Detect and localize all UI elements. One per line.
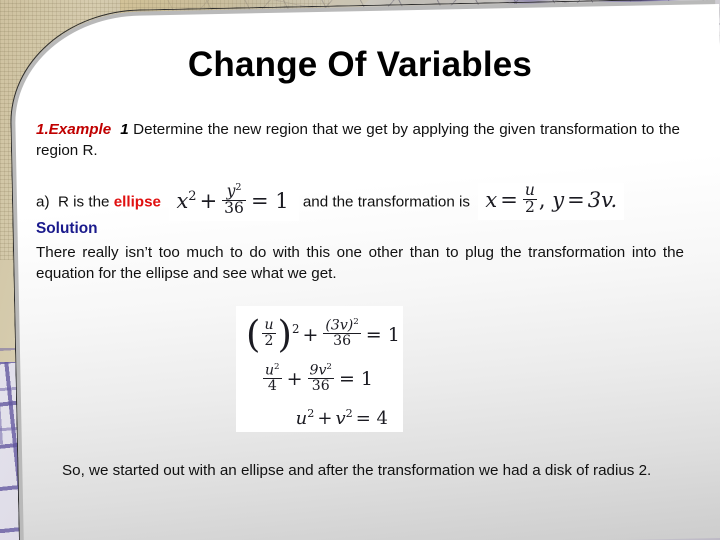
example-label: 1.Example xyxy=(36,121,112,138)
page-title: Change Of Variables xyxy=(187,45,533,84)
ellipse-fraction: y2 36 xyxy=(222,183,246,217)
part-a-highlight-word: ellipse xyxy=(113,193,161,211)
derivation-l2-num2: 9v2 xyxy=(308,361,334,379)
derivation-l2-num2-base: 9v xyxy=(309,362,327,379)
transform-equals-1: = xyxy=(500,188,518,213)
ellipse-plus: + xyxy=(199,189,218,213)
transform-fraction-denominator: 2 xyxy=(522,198,537,216)
example-number: 1 xyxy=(120,121,129,138)
derivation-l2-den1: 4 xyxy=(263,377,282,393)
derivation-l2-den2: 36 xyxy=(307,377,334,393)
solution-heading: Solution xyxy=(36,220,98,237)
solution-text: There really isn’t too much to do with t… xyxy=(36,244,684,282)
derivation-l1-den2: 36 xyxy=(323,333,361,348)
derivation-l1-num2-exp: 2 xyxy=(353,317,359,328)
ellipse-var-x: x xyxy=(176,189,189,213)
ellipse-y-exponent: 2 xyxy=(235,182,242,194)
transform-rhs: 3v. xyxy=(587,188,618,213)
derivation-l3-equals: = 4 xyxy=(355,408,388,430)
derivation-l2-num1-base: u xyxy=(265,362,275,379)
example-paragraph: 1.Example 1 Determine the new region tha… xyxy=(36,119,680,161)
derivation-line-3: u2 + v2 = 4 xyxy=(246,408,391,428)
derivation-l3-v-exp: 2 xyxy=(345,407,353,421)
example-statement: Determine the new region that we get by … xyxy=(36,121,680,159)
derivation-box: (u 2)2 + (3v)2 36 = 1 u2 4 +9v2 36 = 1 u2 + v2 = 4 xyxy=(236,306,403,432)
ellipse-fraction-denominator: 36 xyxy=(222,199,246,218)
transform-fraction: u2 xyxy=(522,180,537,216)
slide-canvas: Change Of Variables 1.Example 1 Determin… xyxy=(0,0,720,540)
derivation-line-2: u2 4 +9v2 36 = 1 xyxy=(246,361,391,395)
derivation-l2-equals: = 1 xyxy=(338,368,373,391)
derivation-l3-u: u xyxy=(295,408,308,430)
ellipse-equals: = 1 xyxy=(250,189,289,213)
derivation-l2-plus: + xyxy=(286,368,303,391)
derivation-l1-num2: (3v)2 xyxy=(323,318,360,333)
part-a-line: a) R is the ellipse x2 + y2 36 = 1 and the t… xyxy=(36,180,686,222)
ellipse-fraction-numerator: y2 xyxy=(222,183,246,200)
derivation-l1-num: u xyxy=(264,317,274,334)
derivation-l3-v: v xyxy=(335,408,346,430)
part-a-marker: a) xyxy=(36,193,50,211)
derivation-l1-den: 2 xyxy=(262,332,276,348)
derivation-l2-num2-exp: 2 xyxy=(326,361,332,372)
ellipse-x-exponent: 2 xyxy=(188,189,197,204)
transform-fraction-numerator: u xyxy=(524,180,535,199)
derivation-l1-fraction: u2 xyxy=(262,317,276,348)
slide-content: Change Of Variables 1.Example 1 Determin… xyxy=(0,0,720,540)
conclusion-text: So, we started out with an ellipse and a… xyxy=(62,462,652,479)
transformation-chip: x = u 2, y = 3v. xyxy=(478,180,625,221)
derivation-l3-plus: + xyxy=(317,408,333,430)
ellipse-equation-chip: x2 + y2 36 = 1 xyxy=(169,182,299,222)
transform-equals-2: = xyxy=(567,188,585,213)
derivation-l2-num1-exp: 2 xyxy=(274,361,280,372)
derivation-l1-num2-base: (3v) xyxy=(325,317,354,334)
derivation-l2-fraction-1: u2 4 xyxy=(263,361,282,393)
derivation-close-paren: ) xyxy=(277,313,292,357)
derivation-l1-fraction-2: (3v)2 36 xyxy=(323,318,361,348)
derivation-l1-plus: + xyxy=(302,323,319,346)
transform-var-y: y xyxy=(552,188,565,213)
derivation-l2-num1: u2 xyxy=(263,361,282,379)
derivation-open-paren: ( xyxy=(246,313,261,357)
part-a-lead: R is the xyxy=(57,193,110,211)
derivation-l2-fraction-2: 9v2 36 xyxy=(307,361,334,393)
transform-comma: , xyxy=(538,188,546,213)
transform-var-x: x xyxy=(485,188,498,213)
part-a-mid-text: and the transformation is xyxy=(302,193,470,211)
derivation-l1-equals: = 1 xyxy=(365,323,400,346)
derivation-line-1: (u 2)2 + (3v)2 36 = 1 xyxy=(246,313,400,357)
